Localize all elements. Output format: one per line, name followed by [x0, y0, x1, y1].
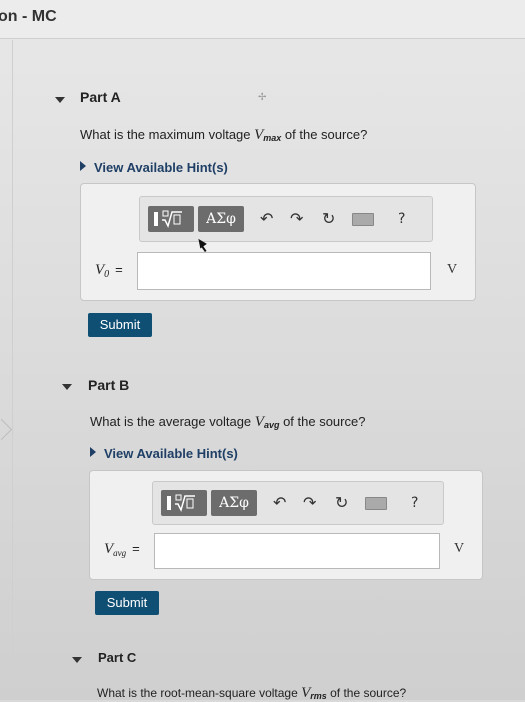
part-b-question: What is the average voltage Vavg of the …: [90, 414, 365, 431]
part-a-question-end: of the source?: [281, 127, 368, 142]
part-a-question: What is the maximum voltage Vmax of the …: [80, 127, 367, 144]
part-b-unit: V: [454, 541, 465, 556]
top-bar: on - MC: [0, 0, 525, 39]
part-b-hint-label: View Available Hint(s): [104, 446, 238, 461]
part-a-var: V: [254, 127, 264, 143]
part-a-submit-button[interactable]: Submit: [88, 313, 152, 337]
part-b-answer-var: V: [104, 541, 114, 557]
part-b-collapse-caret-icon[interactable]: [62, 384, 72, 390]
part-c-question-text: What is the root-mean-square voltage: [97, 686, 302, 700]
part-a-collapse-caret-icon[interactable]: [55, 97, 65, 103]
part-b-header[interactable]: Part B: [88, 377, 129, 393]
part-a-answer-input[interactable]: [137, 252, 431, 290]
help-icon[interactable]: ?: [411, 493, 418, 513]
part-c-var: V: [301, 685, 311, 701]
part-a-header[interactable]: Part A: [80, 89, 121, 105]
symbols-button[interactable]: ΑΣφ: [211, 490, 257, 516]
part-a-question-text: What is the maximum voltage: [80, 127, 255, 142]
part-a-answer-box: ΑΣφ ↶ ↷ ↻ ? V0 = V: [80, 183, 476, 301]
part-a-unit: V: [447, 262, 458, 277]
part-c-header[interactable]: Part C: [98, 650, 136, 665]
keyboard-icon[interactable]: [365, 497, 387, 510]
part-b-hint-link[interactable]: View Available Hint(s): [90, 446, 238, 461]
expand-triangle-icon: [90, 447, 96, 457]
part-c-question: What is the root-mean-square voltage Vrm…: [97, 685, 406, 702]
part-c-question-end: of the source?: [326, 686, 407, 700]
part-b-equals: =: [132, 541, 140, 556]
page-title: on - MC: [0, 8, 57, 25]
fraction-sqrt-template-icon[interactable]: [161, 490, 207, 516]
redo-icon[interactable]: ↷: [303, 493, 316, 513]
part-a-answer-var: V: [95, 262, 105, 278]
part-b-submit-button[interactable]: Submit: [95, 591, 159, 615]
undo-icon[interactable]: ↶: [260, 209, 273, 229]
part-b-math-toolbar: ΑΣφ ↶ ↷ ↻ ?: [152, 481, 444, 525]
part-a-var-sub: max: [263, 133, 282, 143]
part-b-answer-sub: avg: [113, 548, 127, 558]
part-b-question-end: of the source?: [279, 414, 366, 429]
part-b-question-text: What is the average voltage: [90, 414, 255, 429]
part-a-hint-link[interactable]: View Available Hint(s): [80, 160, 228, 175]
part-b-answer-box: ΑΣφ ↶ ↷ ↻ ? Vavg = V: [89, 470, 483, 580]
redo-icon[interactable]: ↷: [290, 209, 303, 229]
part-a-math-toolbar: ΑΣφ ↶ ↷ ↻ ?: [139, 196, 433, 242]
help-icon[interactable]: ?: [398, 209, 405, 229]
part-a-hint-label: View Available Hint(s): [94, 160, 228, 175]
fraction-sqrt-template-icon[interactable]: [148, 206, 194, 232]
reset-icon[interactable]: ↻: [335, 493, 348, 513]
part-b-var: V: [254, 414, 264, 430]
collapse-chevron-icon[interactable]: [0, 418, 13, 441]
keyboard-icon[interactable]: [352, 213, 374, 226]
expand-triangle-icon: [80, 161, 86, 171]
part-a-equals: =: [115, 262, 123, 277]
part-c-collapse-caret-icon[interactable]: [72, 657, 82, 663]
undo-icon[interactable]: ↶: [273, 493, 286, 513]
left-divider: [12, 40, 13, 700]
symbols-button[interactable]: ΑΣφ: [198, 206, 244, 232]
part-a-answer-sub: 0: [104, 269, 110, 280]
part-b-var-sub: avg: [263, 420, 280, 430]
reset-icon[interactable]: ↻: [322, 209, 335, 229]
stray-mark-icon: ✢: [258, 92, 267, 103]
part-a-answer-label: V0 =: [95, 262, 123, 280]
part-b-answer-input[interactable]: [154, 533, 440, 569]
part-b-answer-label: Vavg =: [104, 541, 140, 558]
page: on - MC Part A ✢ What is the maximum vol…: [0, 0, 525, 702]
